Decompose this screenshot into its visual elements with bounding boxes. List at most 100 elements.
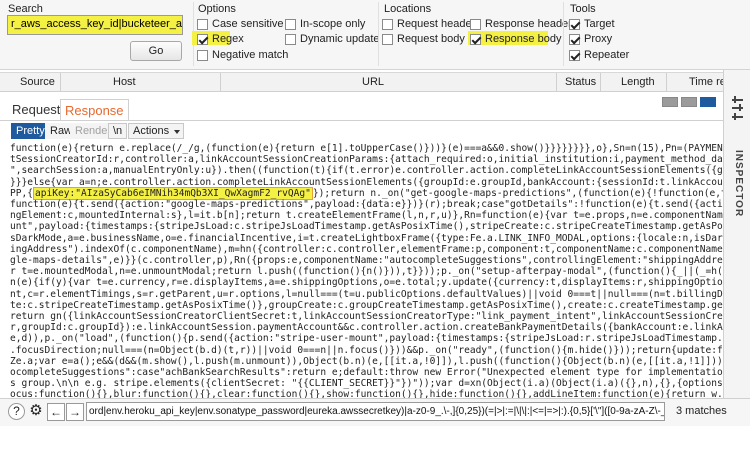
response-headers-checkbox[interactable] [470,18,481,30]
dynamic-update-checkbox[interactable] [285,33,296,45]
tab-divider [0,120,723,121]
column-url[interactable]: URL [362,76,384,88]
column-separator [556,73,557,92]
message-view-toolbar: Pretty Raw Render \n Actions [0,122,723,140]
divider [378,2,379,66]
request-body-checkbox[interactable] [382,33,393,45]
request-headers-label: Request headers [397,18,481,30]
dynamic-update-option[interactable]: Dynamic update [285,32,380,46]
code-line: function(e){return e.replace(/_/g,(funct… [10,143,723,154]
request-body-label: Request body [397,33,465,45]
in-scope-only-option[interactable]: In-scope only [285,17,365,31]
code-line: ingAddress").indexOf(c.componentName),m=… [10,243,723,255]
search-group-title: Search [8,3,43,15]
code-text: PP,{ [10,187,33,199]
target-option[interactable]: Target [569,17,615,31]
negative-match-checkbox[interactable] [197,49,208,61]
search-input[interactable]: r_aws_access_key_id|bucketeer_aws_secr [7,15,183,35]
code-text: });return n._on("get-google-maps-predict… [312,187,723,199]
target-checkbox[interactable] [569,18,580,30]
filter-panel: Search r_aws_access_key_id|bucketeer_aws… [0,0,750,70]
go-button[interactable]: Go [130,41,182,61]
proxy-option[interactable]: Proxy [569,32,612,46]
code-line: ocompleteSuggestions":case"achBankSearch… [10,367,723,378]
code-line: sDarkMode,a=e.businessName,o=e.financial… [10,232,723,244]
code-line: ",searchSession:a,manualEntryOnly:u}).th… [10,165,723,177]
response-body-option[interactable]: Response body [470,32,561,46]
repeater-checkbox[interactable] [569,49,580,61]
match-count: 3 matches [676,405,727,417]
proxy-label: Proxy [584,33,613,45]
divider [563,2,564,66]
response-body-editor[interactable]: function(e){return e.replace(/_/g,(funct… [0,142,723,398]
case-sensitive-checkbox[interactable] [197,18,208,30]
repeater-label: Repeater [584,49,630,61]
case-sensitive-label: Case sensitive [212,18,284,30]
code-line: .focusDirection;null===(n=Object(b.d)(t,… [10,344,723,356]
tools-group-title: Tools [570,3,596,15]
settings-slider-icon [732,107,743,109]
negative-match-option[interactable]: Negative match [197,48,288,62]
repeater-option[interactable]: Repeater [569,48,629,62]
split-vertical-icon[interactable] [681,97,697,107]
code-line: n(e){if(y){var t=e.currency,r=e.displayI… [10,277,723,289]
code-line: PP,{apiKey:"AIzaSyCab6eIMNih34mQb3XI_QwX… [10,186,723,200]
target-label: Target [584,18,615,30]
code-line: s group.\n\n e.g. stripe.elements({clien… [10,378,723,390]
response-body-label: Response body [485,33,562,45]
column-separator [600,73,601,92]
negative-match-label: Negative match [212,49,289,61]
tab-response[interactable]: Response [60,99,129,121]
code-line: return gn({linkAccountSessionCreatorClie… [10,311,723,322]
response-body-checkbox[interactable] [470,33,481,45]
find-input[interactable]: ord|env.heroku_api_key|env.sonatype_pass… [86,402,665,421]
code-line: unt",payload:{timestamps:{stripeJsLoad:c… [10,221,723,233]
tab-request[interactable]: Request [8,99,64,120]
gear-icon[interactable]: ⚙ [27,403,45,421]
settings-slider-icon [734,96,736,103]
case-sensitive-option[interactable]: Case sensitive [197,17,284,31]
code-line: ngElement:c,mountedInternal:s},l=it.b[n]… [10,210,723,222]
actions-label: Actions [133,125,170,137]
column-length[interactable]: Length [621,76,655,88]
regex-label: Regex [212,33,244,45]
code-line: tSessionCreatorId:r,controller:a,linkAcc… [10,154,723,166]
response-headers-option[interactable]: Response headers [470,17,577,31]
code-line: r t=e.mountedModal,n=e.unmountModal;retu… [10,266,723,278]
settings-slider-icon [739,104,741,111]
request-headers-checkbox[interactable] [382,18,393,30]
settings-slider-icon [734,113,736,120]
code-line: function(e){t.send({action:"google-maps-… [10,199,723,210]
status-strip [0,426,750,450]
inspector-label[interactable]: INSPECTOR [733,150,744,217]
column-host[interactable]: Host [113,76,136,88]
dynamic-update-label: Dynamic update [300,33,380,45]
locations-group-title: Locations [384,3,432,15]
code-line: ocus:function(){},blur:function(){},clea… [10,389,723,398]
code-line: Ze.a;var e=a();e&&(d&&(m.show(),l.push(m… [10,355,723,367]
actions-dropdown[interactable]: Actions [128,123,185,139]
help-icon[interactable]: ? [8,403,25,420]
single-pane-icon[interactable] [700,97,716,107]
code-line: te:c.stripeCreateTimestamp.getAsPosixTim… [10,299,723,311]
column-separator [60,73,61,92]
column-separator [666,73,667,92]
code-line: e,d)),p._on("load",(function(){p.send({a… [10,333,723,345]
column-status[interactable]: Status [565,76,596,88]
split-horizontal-icon[interactable] [662,97,678,107]
in-scope-only-checkbox[interactable] [285,18,296,30]
request-headers-option[interactable]: Request headers [382,17,481,31]
regex-option[interactable]: Regex [197,32,244,46]
pretty-button[interactable]: Pretty [11,123,50,139]
code-line: nt,c=r.elementTimings,s=r.getParent,u=r.… [10,288,723,300]
message-tabs: Request Response [0,98,723,121]
regex-checkbox[interactable] [197,33,208,45]
results-table-header: Source Host URL Status Length Time reque… [0,72,750,92]
proxy-checkbox[interactable] [569,33,580,45]
column-source[interactable]: Source [20,76,55,88]
previous-match-icon[interactable]: ← [47,403,65,421]
search-match-highlight: apiKey:"AIzaSyCab6eIMNih34mQb3XI_QwXagmF… [33,186,313,200]
show-newlines-button[interactable]: \n [108,123,128,139]
request-body-option[interactable]: Request body [382,32,465,46]
next-match-icon[interactable]: → [66,403,84,421]
